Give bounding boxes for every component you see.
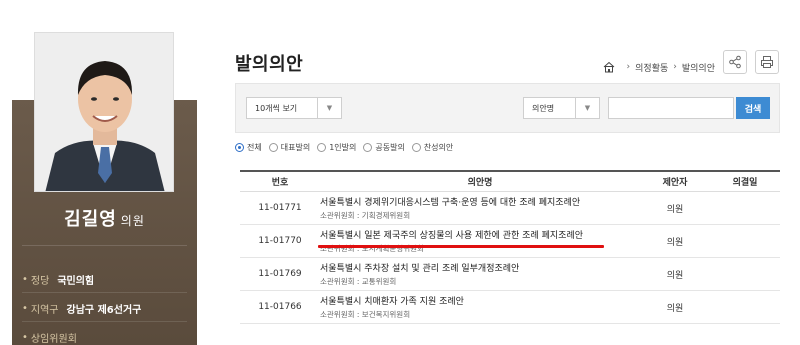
radio-icon <box>411 143 421 152</box>
search-button[interactable]: 검색 <box>736 97 770 119</box>
bill-number: 11-01771 <box>258 203 302 213</box>
bullet: • <box>22 303 28 314</box>
profile-divider <box>22 245 187 246</box>
table-row[interactable]: 11-01766 서울특별시 치매환자 가족 지원 조례안 소관위원회 : 보건… <box>240 291 780 324</box>
bill-title-link[interactable]: 서울특별시 경제위기대응시스템 구축·운영 등에 대한 조례 폐지조례안 <box>320 195 640 208</box>
info-party-value: 국민의힘 <box>57 276 95 287</box>
info-party-key: 정당 <box>30 276 50 287</box>
info-district-key: 지역구 <box>30 305 59 316</box>
table-header: 번호 의안명 제안자 의결일 <box>240 170 780 192</box>
header-number: 번호 <box>271 178 289 188</box>
bill-committee: 소관위원회 : 교통위원회 <box>320 277 397 286</box>
radio-label: 대표발의 <box>280 143 311 152</box>
page-size-select[interactable]: 10개씩 보기 ▼ <box>246 97 342 119</box>
page-title: 발의의안 <box>235 54 304 75</box>
table-row[interactable]: 11-01770 서울특별시 일본 제국주의 상징물의 사용 제한에 관한 조례… <box>240 225 780 258</box>
search-field-value: 의안명 <box>532 103 555 113</box>
profile-photo <box>34 32 174 192</box>
profile-panel: 김길영 의원 • 정당 국민의힘 • 지역구 강남구 제6선거구 • 상임위원회 <box>12 0 197 345</box>
bills-table: 번호 의안명 제안자 의결일 11-01771 서울특별시 경제위기대응시스템 … <box>240 170 780 324</box>
bill-proposer: 의원 <box>666 237 684 248</box>
header-bill-name: 의안명 <box>467 178 493 188</box>
print-icon <box>761 56 773 68</box>
bullet: • <box>22 274 28 285</box>
filter-box: 10개씩 보기 ▼ 의안명 ▼ 검색 <box>235 83 780 133</box>
table-row[interactable]: 11-01769 서울특별시 주차장 설치 및 관리 조례 일부개정조례안 소관… <box>240 258 780 291</box>
radio-joint[interactable]: 공동발의 <box>363 142 405 153</box>
breadcrumb-item-activities[interactable]: 의정활동 <box>635 61 668 74</box>
info-district: • 지역구 강남구 제6선거구 <box>22 301 141 316</box>
bullet: • <box>22 332 28 343</box>
member-name: 김길영 의원 <box>12 205 197 231</box>
radio-label: 1인발의 <box>329 143 357 152</box>
share-icon <box>729 55 741 69</box>
info-party: • 정당 국민의힘 <box>22 272 94 287</box>
breadcrumb-item-current: 발의의안 <box>681 63 715 74</box>
bill-committee: 소관위원회 : 기획경제위원회 <box>320 211 411 220</box>
radio-supported[interactable]: 찬성의안 <box>411 142 454 153</box>
chevron-down-icon: ▼ <box>575 98 599 118</box>
breadcrumb-separator: › <box>673 62 677 72</box>
bill-number: 11-01766 <box>258 302 302 312</box>
radio-single[interactable]: 1인발의 <box>317 142 356 153</box>
share-button[interactable] <box>723 50 747 74</box>
header-proposer: 제안자 <box>662 178 688 188</box>
member-name-text: 김길영 <box>64 209 117 230</box>
bill-title-cell: 서울특별시 경제위기대응시스템 구축·운영 등에 대한 조례 폐지조례안 소관위… <box>320 195 640 221</box>
print-button[interactable] <box>755 50 779 74</box>
bill-title-link[interactable]: 서울특별시 치매환자 가족 지원 조례안 <box>320 294 640 307</box>
bill-proposer: 의원 <box>666 204 684 215</box>
member-title-suffix: 의원 <box>120 214 145 228</box>
radio-all[interactable]: 전체 <box>235 142 262 153</box>
table-row[interactable]: 11-01771 서울특별시 경제위기대응시스템 구축·운영 등에 대한 조례 … <box>240 192 780 225</box>
radio-representative[interactable]: 대표발의 <box>268 142 311 153</box>
radio-icon <box>268 143 278 152</box>
chevron-down-icon: ▼ <box>317 98 341 118</box>
main-content: 발의의안 › 의정활동 › 발의의안 10개씩 보기 ▼ 의안명 ▼ 검색 전체… <box>235 0 785 345</box>
breadcrumb-separator: › <box>626 62 631 72</box>
bill-title-link[interactable]: 서울특별시 일본 제국주의 상징물의 사용 제한에 관한 조례 폐지조례안 <box>320 228 640 241</box>
search-input[interactable] <box>608 97 734 119</box>
info-divider <box>22 292 187 293</box>
page: 김길영 의원 • 정당 국민의힘 • 지역구 강남구 제6선거구 • 상임위원회 … <box>0 0 800 345</box>
bill-title-cell: 서울특별시 주차장 설치 및 관리 조례 일부개정조례안 소관위원회 : 교통위… <box>320 261 640 287</box>
bill-title-link[interactable]: 서울특별시 주차장 설치 및 관리 조례 일부개정조례안 <box>320 261 640 274</box>
bill-committee: 소관위원회 : 보건복지위원회 <box>320 310 411 319</box>
info-divider <box>22 321 187 322</box>
radio-label: 전체 <box>247 143 262 152</box>
radio-selected-icon <box>235 143 244 152</box>
radio-icon <box>363 143 373 152</box>
header-decision-date: 의결일 <box>732 178 758 188</box>
bill-title-cell: 서울특별시 치매환자 가족 지원 조례안 소관위원회 : 보건복지위원회 <box>320 294 640 320</box>
radio-label: 공동발의 <box>375 143 405 152</box>
bill-proposer: 의원 <box>666 303 684 314</box>
radio-label: 찬성의안 <box>423 143 454 152</box>
bill-number: 11-01769 <box>258 269 302 279</box>
person-portrait-icon <box>35 33 173 191</box>
breadcrumb: › 의정활동 › 발의의안 <box>602 60 715 74</box>
highlight-underline <box>318 245 604 248</box>
home-icon[interactable] <box>602 60 616 74</box>
info-committee: • 상임위원회 <box>22 330 85 345</box>
bill-type-filter: 전체 대표발의 1인발의 공동발의 찬성의안 <box>235 142 460 153</box>
radio-icon <box>317 143 327 152</box>
info-committee-key: 상임위원회 <box>30 334 77 345</box>
bill-number: 11-01770 <box>258 236 302 246</box>
info-district-value: 강남구 제6선거구 <box>66 305 142 316</box>
search-field-select[interactable]: 의안명 ▼ <box>523 97 600 119</box>
bill-proposer: 의원 <box>666 270 684 281</box>
bill-title-cell: 서울특별시 일본 제국주의 상징물의 사용 제한에 관한 조례 폐지조례안 소관… <box>318 228 640 254</box>
page-size-value: 10개씩 보기 <box>255 103 298 113</box>
